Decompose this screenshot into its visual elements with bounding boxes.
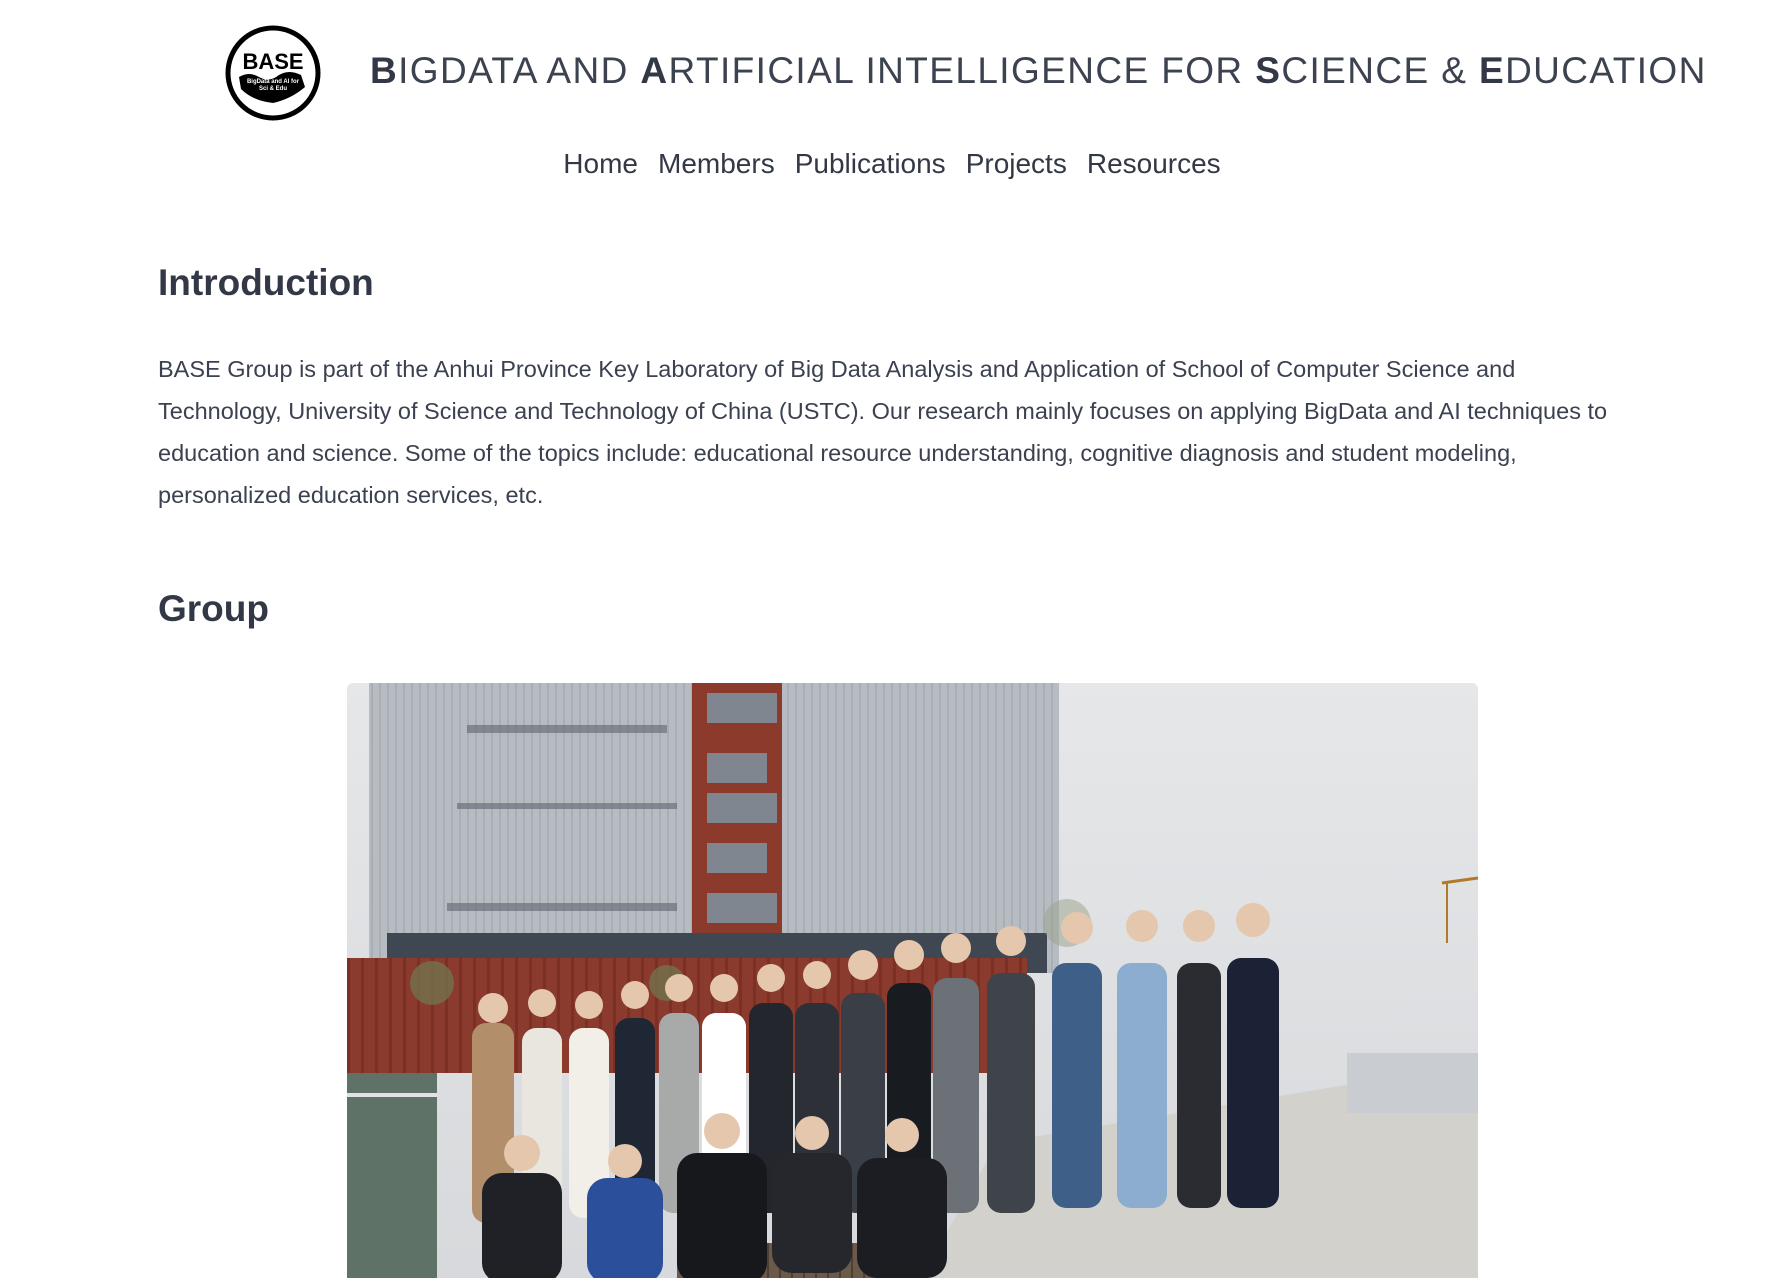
nav-home[interactable]: Home (563, 148, 638, 180)
title-cap-s: S (1255, 50, 1282, 91)
introduction-text: BASE Group is part of the Anhui Province… (158, 356, 1608, 508)
logo-subtext-1: BigData and AI for (247, 79, 300, 85)
title-cap-e: E (1478, 50, 1506, 91)
logo-subtext-2: Sci & Edu (259, 86, 287, 92)
base-logo[interactable]: BASE BigData and AI for Sci & Edu (225, 25, 321, 121)
title-rest-2: RTIFICIAL INTELLIGENCE FOR (668, 50, 1256, 91)
group-heading: Group (158, 588, 269, 629)
introduction-heading: Introduction (158, 262, 374, 303)
title-rest-1: IGDATA AND (398, 50, 641, 91)
page: BASE BigData and AI for Sci & Edu BIGDAT… (0, 0, 1784, 1278)
nav-publications[interactable]: Publications (795, 148, 946, 180)
title-rest-3: CIENCE & (1281, 50, 1479, 91)
nav-resources[interactable]: Resources (1087, 148, 1221, 180)
title-cap-a: A (640, 50, 669, 91)
site-title[interactable]: BIGDATA AND ARTIFICIAL INTELLIGENCE FOR … (370, 50, 1707, 92)
main-nav: Home Members Publications Projects Resou… (0, 148, 1784, 180)
title-cap-b: B (370, 50, 399, 91)
nav-members[interactable]: Members (658, 148, 775, 180)
logo-text: BASE (242, 49, 303, 74)
group-photo (347, 683, 1478, 1278)
title-rest-4: DUCATION (1505, 50, 1707, 91)
nav-projects[interactable]: Projects (966, 148, 1067, 180)
